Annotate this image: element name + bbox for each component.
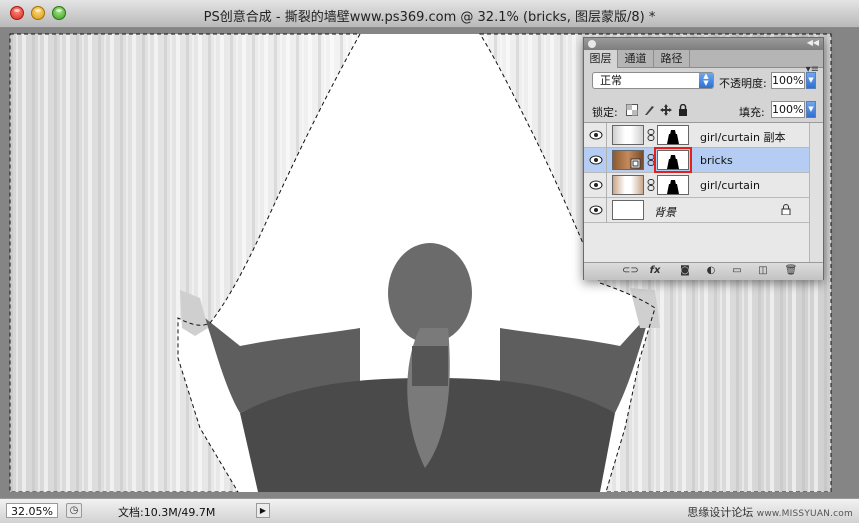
opacity-dropdown-icon[interactable]: ▼ [806, 72, 816, 89]
chevron-updown-icon: ▲ ▼ [699, 73, 713, 88]
layer-thumbnail [612, 175, 644, 195]
fx-icon[interactable]: fx [648, 265, 662, 277]
layer-name[interactable]: girl/curtain 副本 [700, 129, 785, 145]
fill-label: 填充: [739, 106, 765, 119]
layers-panel: ◀◀ 图层 通道 路径 ▾≡ 正常 ▲ ▼ 不透明度: 100% ▼ 锁定: 填充… [583, 37, 824, 280]
layer-name[interactable]: 背景 [654, 204, 676, 220]
lock-position-move-icon[interactable] [660, 104, 672, 116]
zoom-level-field[interactable]: 32.05% [6, 503, 58, 518]
folder-icon[interactable]: ▭ [730, 265, 744, 277]
layer-row-girl-curtain-copy[interactable]: girl/curtain 副本 [584, 123, 809, 148]
layer-row-bricks[interactable]: bricks [584, 147, 809, 173]
layer-mask-thumbnail[interactable] [657, 125, 689, 145]
layer-row-background[interactable]: 背景 [584, 198, 809, 223]
chain-link-icon[interactable] [647, 129, 655, 141]
chain-link-icon[interactable] [647, 179, 655, 191]
lock-icon [781, 204, 791, 215]
status-bar: 32.05% ◷ 文档:10.3M/49.7M ▶ 思缘设计论坛 www.MIS… [0, 498, 859, 523]
adjustment-icon[interactable]: ◐ [704, 265, 718, 277]
tab-channels[interactable]: 通道 [618, 50, 654, 67]
trash-icon[interactable]: 🗑 [784, 265, 798, 277]
lock-label: 锁定: [592, 106, 618, 119]
tab-layers[interactable]: 图层 [584, 50, 618, 68]
layer-mask-thumbnail[interactable] [657, 175, 689, 195]
blend-mode-value: 正常 [600, 74, 622, 87]
window-title: PS创意合成 - 撕裂的墙壁www.ps369.com @ 32.1% (bri… [203, 10, 656, 25]
opacity-label: 不透明度: [719, 77, 767, 90]
site-watermark: 思缘设计论坛 www.MISSYUAN.com [687, 504, 853, 520]
layers-list: girl/curtain 副本 bricks girl/curtain 背景 [584, 122, 823, 263]
layers-scrollbar[interactable] [809, 123, 823, 263]
opacity-input[interactable]: 100% [771, 72, 805, 89]
panel-close-icon[interactable] [588, 40, 596, 48]
status-menu-arrow[interactable]: ▶ [256, 503, 270, 518]
status-options-button[interactable]: ◷ [66, 503, 82, 518]
link-icon[interactable]: ⊂⊃ [622, 265, 639, 277]
panel-collapse-icon[interactable]: ◀◀ [807, 38, 819, 47]
lock-pixels-brush-icon[interactable] [643, 104, 655, 116]
chain-link-icon[interactable] [647, 154, 655, 166]
layer-thumbnail [612, 150, 644, 170]
title-bar: PS创意合成 - 撕裂的墙壁www.ps369.com @ 32.1% (bri… [0, 0, 859, 28]
eye-icon[interactable] [589, 154, 603, 166]
blend-mode-select[interactable]: 正常 ▲ ▼ [592, 72, 714, 89]
layer-mask-thumbnail-active[interactable] [654, 147, 692, 173]
tab-paths[interactable]: 路径 [654, 50, 690, 67]
layer-thumbnail [612, 125, 644, 145]
panel-footer: ⊂⊃ fx ◙ ◐ ▭ ◫ 🗑 [584, 262, 823, 280]
panel-title-bar[interactable]: ◀◀ [584, 38, 823, 50]
eye-icon[interactable] [589, 179, 603, 191]
layer-thumbnail [612, 200, 644, 220]
smart-object-icon [630, 158, 641, 169]
new-layer-icon[interactable]: ◫ [756, 265, 770, 277]
watermark-url: www.MISSYUAN.com [756, 509, 853, 519]
layer-row-girl-curtain[interactable]: girl/curtain [584, 173, 809, 198]
fill-dropdown-icon[interactable]: ▼ [806, 101, 816, 118]
mask-icon[interactable]: ◙ [678, 265, 692, 277]
lock-transparency-icon[interactable] [626, 104, 638, 116]
fill-input[interactable]: 100% [771, 101, 805, 118]
lock-all-icon[interactable] [677, 104, 689, 116]
watermark-text: 思缘设计论坛 [687, 506, 754, 519]
document-size-info: 文档:10.3M/49.7M [118, 506, 216, 519]
eye-icon[interactable] [589, 204, 603, 216]
layer-name[interactable]: bricks [700, 154, 733, 167]
layer-name[interactable]: girl/curtain [700, 179, 760, 192]
panel-tabs: 图层 通道 路径 ▾≡ [584, 50, 823, 75]
eye-icon[interactable] [589, 129, 603, 141]
